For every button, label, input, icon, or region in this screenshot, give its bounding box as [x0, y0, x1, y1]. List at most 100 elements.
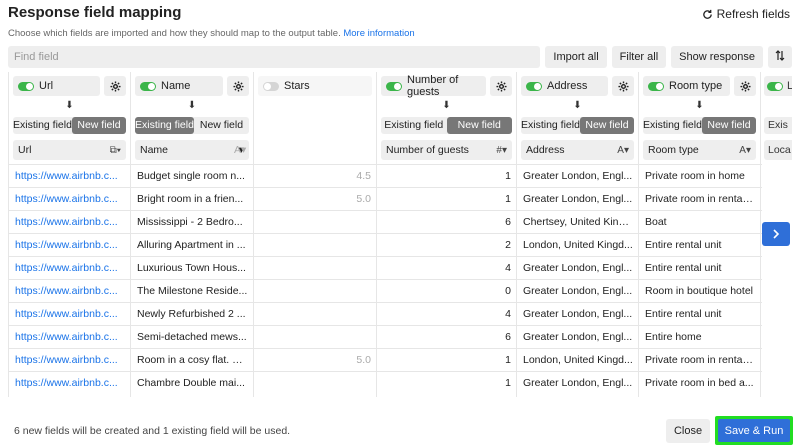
cell-name: Budget single room n... — [137, 170, 245, 182]
target-field-address[interactable]: Address A▾ — [521, 140, 634, 160]
cell-url[interactable]: https://www.airbnb.c... — [9, 349, 131, 372]
cell-room-type: Entire home — [645, 331, 702, 343]
target-field-name[interactable]: Name ▾ — [135, 140, 249, 160]
sort-icon — [775, 50, 785, 61]
arrow-down-icon: ⬇ — [187, 100, 197, 111]
cell-guests: 0 — [505, 285, 511, 297]
cell-url[interactable]: https://www.airbnb.c... — [9, 234, 131, 257]
field-mode-selector: Existing field New field — [381, 117, 512, 134]
cell-url[interactable]: https://www.airbnb.c... — [9, 165, 131, 188]
cell-guests: 4 — [505, 262, 511, 274]
cell-address: London, United Kingd... — [523, 239, 633, 251]
cell-guests: 1 — [505, 354, 511, 366]
target-field-url[interactable]: Url ⧉▾ — [13, 140, 126, 160]
cell-name: Newly Refurbished 2 ... — [137, 308, 246, 320]
link-icon[interactable]: ⧉▾ — [110, 145, 121, 156]
new-field-option[interactable]: New field — [194, 117, 249, 134]
toggle-address[interactable] — [526, 81, 542, 91]
new-field-option[interactable]: New field — [446, 117, 512, 134]
toggle-stars[interactable] — [263, 81, 279, 91]
gear-icon[interactable] — [227, 76, 249, 96]
toggle-name[interactable] — [140, 81, 156, 91]
cell-guests: 6 — [505, 216, 511, 228]
table-row: https://www.airbnb.c... Bright room in a … — [9, 187, 762, 210]
table-edge — [792, 72, 800, 397]
cell-address: Greater London, Engl... — [523, 331, 633, 343]
cell-url[interactable]: https://www.airbnb.c... — [9, 211, 131, 234]
arrow-down-icon: ⬇ — [695, 100, 704, 111]
new-field-option[interactable]: New field — [579, 117, 634, 134]
table-row: https://www.airbnb.c... Newly Refurbished… — [9, 302, 762, 325]
cell-url[interactable]: https://www.airbnb.c... — [9, 188, 131, 211]
cell-url[interactable]: https://www.airbnb.c... — [9, 257, 131, 280]
existing-field-option[interactable]: Existing field — [135, 117, 194, 134]
cell-url[interactable]: https://www.airbnb.c... — [9, 280, 131, 303]
cell-guests: 6 — [505, 331, 511, 343]
cell-guests: 1 — [505, 170, 511, 182]
cell-address: Greater London, Engl... — [523, 308, 633, 320]
save-run-highlight: Save & Run — [715, 416, 793, 445]
save-and-run-button[interactable]: Save & Run — [718, 419, 790, 442]
source-field-name: Name — [135, 76, 223, 96]
existing-field-option[interactable]: Existing field — [381, 117, 447, 134]
gear-icon[interactable] — [612, 76, 634, 96]
close-button[interactable]: Close — [666, 419, 710, 443]
refresh-label: Refresh fields — [716, 7, 790, 21]
table-row: https://www.airbnb.c... Budget single roo… — [9, 164, 762, 187]
cell-stars — [254, 211, 377, 234]
table-row: https://www.airbnb.c... Mississippi - 2 B… — [9, 210, 762, 233]
target-field-room-type[interactable]: Room type A▾ — [643, 140, 756, 160]
cell-stars: 5.0 — [356, 193, 371, 205]
number-type-icon[interactable]: #▾ — [496, 145, 507, 156]
cell-address: Greater London, Engl... — [523, 377, 633, 389]
arrow-down-icon: ⬇ — [573, 100, 582, 111]
sort-button[interactable] — [768, 46, 792, 68]
cell-room-type: Room in boutique hotel — [645, 285, 753, 297]
existing-field-option[interactable]: Existing field — [13, 117, 72, 134]
source-field-url: Url — [13, 76, 100, 96]
target-field-guests[interactable]: Number of guests #▾ — [381, 140, 512, 160]
existing-field-option[interactable]: Existing field — [643, 117, 702, 134]
gear-icon[interactable] — [734, 76, 756, 96]
filter-all-button[interactable]: Filter all — [611, 46, 667, 68]
toggle-room-type[interactable] — [648, 81, 664, 91]
existing-field-option[interactable]: Existing field — [521, 117, 580, 134]
cell-address: Greater London, Engl... — [523, 170, 633, 182]
find-field-input[interactable] — [8, 46, 541, 68]
cell-url[interactable]: https://www.airbnb.c... — [9, 326, 131, 349]
source-field-location: L — [764, 76, 792, 96]
target-field-location[interactable]: Loca — [764, 140, 792, 160]
cell-name: Semi-detached mews... — [137, 331, 247, 343]
existing-field-option[interactable]: Exis — [764, 117, 792, 134]
cell-address: Greater London, Engl... — [523, 193, 633, 205]
field-mode-selector: Existing field New field — [643, 117, 756, 134]
toggle-guests[interactable] — [386, 81, 402, 91]
cell-url[interactable]: https://www.airbnb.c... — [9, 303, 131, 326]
toggle-url[interactable] — [18, 81, 34, 91]
refresh-fields-button[interactable]: Refresh fields — [702, 7, 790, 21]
new-field-option[interactable]: New field — [71, 117, 126, 134]
more-information-link[interactable]: More information — [343, 28, 414, 39]
field-mode-selector: Existing field New field — [135, 117, 249, 134]
cell-address: London, United Kingd... — [523, 354, 633, 366]
cell-stars: 4.5 — [356, 170, 371, 182]
text-type-icon[interactable]: A▾ — [617, 145, 629, 156]
cell-guests: 1 — [505, 377, 511, 389]
cell-guests: 2 — [505, 239, 511, 251]
cell-name: Chambre Double mai... — [137, 377, 245, 389]
cell-stars — [254, 326, 377, 349]
toggle-location[interactable] — [767, 81, 783, 91]
gear-icon[interactable] — [490, 76, 512, 96]
cell-stars: 5.0 — [356, 354, 371, 366]
show-response-button[interactable]: Show response — [671, 46, 763, 68]
scroll-right-button[interactable] — [762, 222, 790, 246]
page-title: Response field mapping — [8, 4, 182, 21]
import-all-button[interactable]: Import all — [545, 46, 607, 68]
cell-url[interactable]: https://www.airbnb.c... — [9, 372, 131, 395]
cell-stars — [254, 234, 377, 257]
gear-icon[interactable] — [104, 76, 126, 96]
table-row: https://www.airbnb.c... Luxurious Town Ho… — [9, 256, 762, 279]
text-type-icon[interactable]: A▾ — [739, 145, 751, 156]
new-field-option[interactable]: New field — [701, 117, 756, 134]
cell-address: Chertsey, United King... — [523, 216, 634, 228]
